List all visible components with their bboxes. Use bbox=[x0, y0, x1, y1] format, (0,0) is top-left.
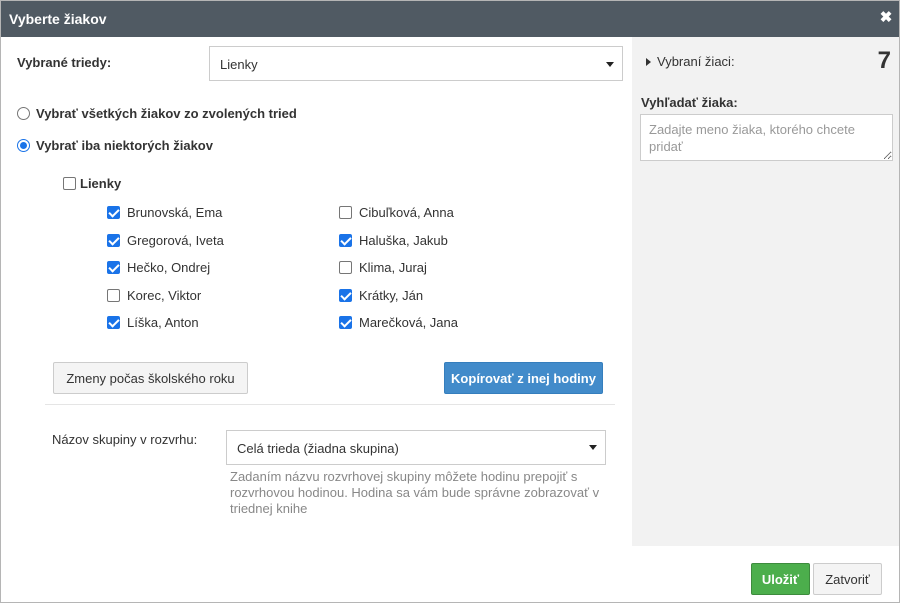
close-button[interactable]: Zatvoriť bbox=[813, 563, 882, 595]
student-name: Cibuľková, Anna bbox=[359, 205, 454, 220]
classes-label: Vybrané triedy: bbox=[17, 55, 112, 70]
student-name: Marečková, Jana bbox=[359, 315, 458, 330]
radio-all-students[interactable]: Vybrať všetkých žiakov zo zvolených trie… bbox=[17, 106, 297, 121]
student-checkbox[interactable] bbox=[339, 234, 352, 247]
schedule-group-select[interactable]: Celá trieda (žiadna skupina) bbox=[226, 430, 606, 465]
selected-students-panel: Vybraní žiaci: 7 Vyhľadať žiaka: bbox=[632, 37, 899, 546]
schedule-group-label: Názov skupiny v rozvrhu: bbox=[52, 432, 198, 447]
student-row[interactable]: Gregorová, Iveta bbox=[107, 233, 224, 248]
student-row[interactable]: Krátky, Ján bbox=[339, 288, 423, 303]
classes-select[interactable]: Lienky bbox=[209, 46, 623, 81]
search-student-label: Vyhľadať žiaka: bbox=[641, 95, 738, 110]
dialog-titlebar: Vyberte žiakov ✖ bbox=[1, 1, 899, 37]
student-checkbox[interactable] bbox=[339, 261, 352, 274]
student-row[interactable]: Haluška, Jakub bbox=[339, 233, 448, 248]
caret-right-icon bbox=[646, 58, 651, 66]
student-name: Hečko, Ondrej bbox=[127, 260, 211, 275]
selected-students-label: Vybraní žiaci: bbox=[657, 54, 735, 69]
student-checkbox[interactable] bbox=[339, 289, 352, 302]
student-checkbox[interactable] bbox=[107, 234, 120, 247]
student-row[interactable]: Korec, Viktor bbox=[107, 288, 201, 303]
group-checkbox[interactable] bbox=[63, 177, 76, 190]
student-checkbox[interactable] bbox=[339, 316, 352, 329]
radio-button[interactable] bbox=[17, 107, 30, 120]
student-name: Korec, Viktor bbox=[127, 288, 202, 303]
student-name: Líška, Anton bbox=[127, 315, 199, 330]
schedule-help-text: Zadaním názvu rozvrhovej skupiny môžete … bbox=[230, 469, 600, 516]
chevron-down-icon bbox=[606, 62, 614, 67]
student-checkbox[interactable] bbox=[107, 316, 120, 329]
selected-students-toggle[interactable]: Vybraní žiaci: bbox=[646, 54, 735, 69]
schedule-group-value: Celá trieda (žiadna skupina) bbox=[237, 441, 399, 456]
search-student-input[interactable] bbox=[640, 114, 893, 161]
student-row[interactable]: Hečko, Ondrej bbox=[107, 260, 210, 275]
classes-select-value: Lienky bbox=[220, 57, 258, 72]
student-checkbox[interactable] bbox=[107, 289, 120, 302]
radio-button[interactable] bbox=[17, 139, 30, 152]
student-row[interactable]: Marečková, Jana bbox=[339, 315, 458, 330]
student-name: Gregorová, Iveta bbox=[127, 233, 224, 248]
radio-some-label: Vybrať iba niektorých žiakov bbox=[36, 138, 213, 153]
student-name: Krátky, Ján bbox=[359, 288, 424, 303]
student-checkbox[interactable] bbox=[107, 261, 120, 274]
student-row[interactable]: Klima, Juraj bbox=[339, 260, 427, 275]
student-row[interactable]: Cibuľková, Anna bbox=[339, 205, 454, 220]
save-button[interactable]: Uložiť bbox=[751, 563, 810, 595]
student-checkbox[interactable] bbox=[107, 206, 120, 219]
copy-from-lesson-button[interactable]: Kopírovať z inej hodiny bbox=[444, 362, 603, 394]
radio-some-students[interactable]: Vybrať iba niektorých žiakov bbox=[17, 138, 213, 153]
group-checkbox-row[interactable]: Lienky bbox=[63, 176, 121, 191]
school-year-changes-button[interactable]: Zmeny počas školského roku bbox=[53, 362, 248, 394]
radio-all-label: Vybrať všetkých žiakov zo zvolených trie… bbox=[36, 106, 297, 121]
chevron-down-icon bbox=[589, 445, 597, 450]
close-icon[interactable]: ✖ bbox=[879, 8, 893, 28]
student-row[interactable]: Brunovská, Ema bbox=[107, 205, 222, 220]
student-name: Klima, Juraj bbox=[359, 260, 427, 275]
student-row[interactable]: Líška, Anton bbox=[107, 315, 199, 330]
student-checkbox[interactable] bbox=[339, 206, 352, 219]
dialog-title: Vyberte žiakov bbox=[9, 11, 107, 27]
select-students-dialog: Vyberte žiakov ✖ Vybrané triedy: Lienky … bbox=[0, 0, 900, 603]
student-name: Brunovská, Ema bbox=[127, 205, 223, 220]
student-name: Haluška, Jakub bbox=[359, 233, 448, 248]
selected-count: 7 bbox=[877, 47, 891, 74]
divider bbox=[45, 404, 615, 405]
group-label: Lienky bbox=[80, 176, 122, 191]
